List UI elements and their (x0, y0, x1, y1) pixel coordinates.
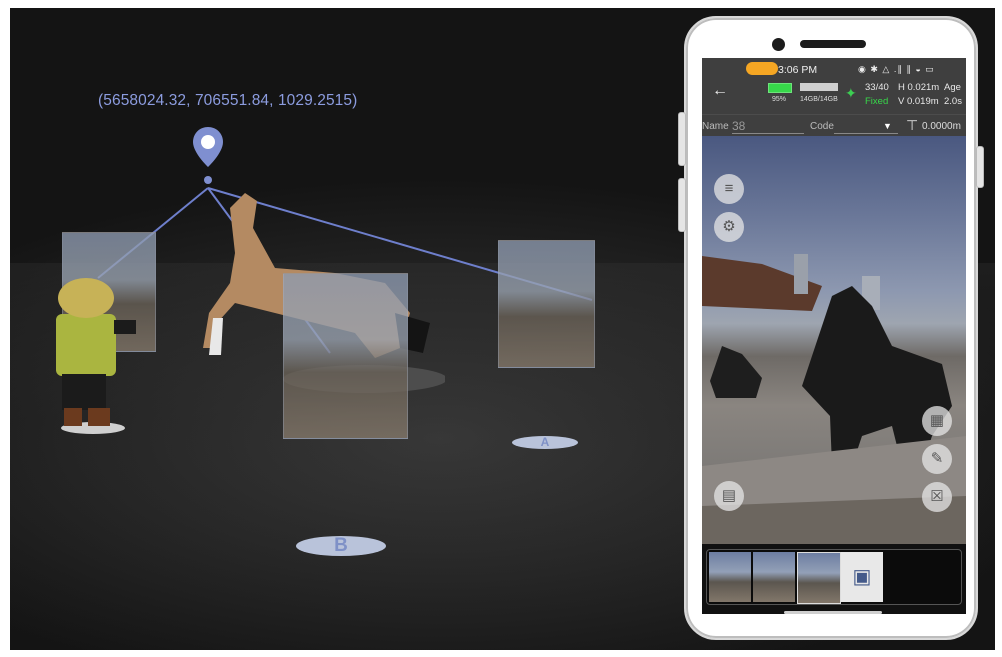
map-icon: ▤ (721, 487, 737, 504)
edit-button[interactable]: ✎ (922, 444, 952, 474)
recording-indicator (746, 62, 778, 75)
settings-button[interactable]: ⚙ (714, 212, 744, 242)
location-pin-icon (193, 127, 223, 184)
chevron-down-icon[interactable]: ▼ (883, 121, 892, 131)
home-indicator[interactable] (784, 611, 882, 614)
storage-value: 14GB/14GB (800, 96, 838, 103)
delete-button[interactable]: ☒ (922, 482, 952, 512)
satellite-icon: ✦ (845, 85, 857, 101)
phone-device: 3:06 PM ◉ ✱ △ .∥ ∥ ◒ ▭ ← 95% 14GB/14GB ✦… (678, 16, 984, 640)
horizontal-accuracy: H 0.021m (898, 82, 940, 93)
antenna-height-value[interactable]: 0.0000m (922, 121, 961, 132)
thumbnail-photo-1[interactable] (709, 552, 751, 602)
photo-thumbnail-bar: ▣ (702, 544, 966, 614)
age-label: Age (944, 82, 961, 93)
battery-icon (768, 83, 792, 93)
side-button-lower (678, 178, 686, 232)
calculator-button[interactable]: ▦ (922, 406, 952, 436)
point-fields-row: Name 38 Code ▼ ⊤ 0.0000m (702, 114, 966, 137)
ground-marker-a-label: A (540, 435, 550, 449)
camera-icon: ▣ (852, 566, 872, 588)
age-value: 2.0s (944, 96, 962, 107)
system-status-icons: ◉ ✱ △ .∥ ∥ ◒ ▭ (858, 64, 935, 74)
statue-rider (710, 346, 762, 398)
battery-percent: 95% (772, 96, 787, 103)
name-input[interactable]: 38 (732, 119, 804, 134)
layers-icon: ≡ (724, 180, 734, 197)
statue-horse (802, 286, 952, 466)
back-arrow-icon[interactable]: ← (712, 82, 728, 100)
app-header: 3:06 PM ◉ ✱ △ .∥ ∥ ◒ ▭ ← 95% 14GB/14GB ✦… (702, 58, 966, 114)
thumbnail-photo-2[interactable] (753, 552, 795, 602)
figure-legs (62, 374, 106, 410)
coordinates-label: (5658024.32, 706551.84, 1029.2515) (98, 92, 358, 109)
ground-marker-a: A (512, 436, 578, 449)
photo-plane-right (498, 240, 595, 368)
figure-vest (56, 314, 116, 376)
fix-status: Fixed (865, 96, 889, 107)
pencil-icon: ✎ (930, 450, 944, 467)
antenna-height-icon[interactable]: ⊤ (906, 117, 918, 134)
camera-preview[interactable]: ≡ ⚙ ▤ ▦ ✎ ☒ (702, 136, 966, 544)
layers-button[interactable]: ≡ (714, 174, 744, 204)
front-camera (772, 38, 785, 51)
gear-icon: ⚙ (722, 218, 736, 235)
name-label: Name (702, 121, 729, 132)
calculator-icon: ▦ (929, 412, 945, 429)
figure-boot-right (88, 408, 110, 426)
tower-left (794, 254, 808, 294)
figure-head (58, 278, 114, 318)
map-button[interactable]: ▤ (714, 481, 744, 511)
photo-plane-center (283, 273, 408, 439)
figure-arm (114, 320, 136, 334)
code-label: Code (810, 121, 834, 132)
power-button (976, 146, 984, 188)
phone-screen: 3:06 PM ◉ ✱ △ .∥ ∥ ◒ ▭ ← 95% 14GB/14GB ✦… (702, 58, 966, 614)
satellite-count: 33/40 (865, 82, 889, 93)
code-dropdown[interactable] (834, 133, 898, 134)
vertical-accuracy: V 0.019m (898, 96, 939, 107)
ground-marker-b: B (296, 536, 386, 556)
capture-photo-button[interactable]: ▣ (841, 552, 883, 602)
thumbnail-photo-3[interactable] (797, 552, 841, 604)
storage-icon (800, 83, 838, 91)
camera-scene (702, 254, 966, 544)
surveyor-figure (56, 278, 136, 434)
side-button-upper (678, 112, 686, 166)
earpiece (800, 40, 866, 48)
status-time: 3:06 PM (778, 64, 818, 76)
ground-marker-b-label: B (334, 535, 348, 556)
thumbnail-strip: ▣ (706, 549, 962, 605)
trash-icon: ☒ (930, 488, 944, 505)
figure-boot-left (64, 408, 82, 426)
